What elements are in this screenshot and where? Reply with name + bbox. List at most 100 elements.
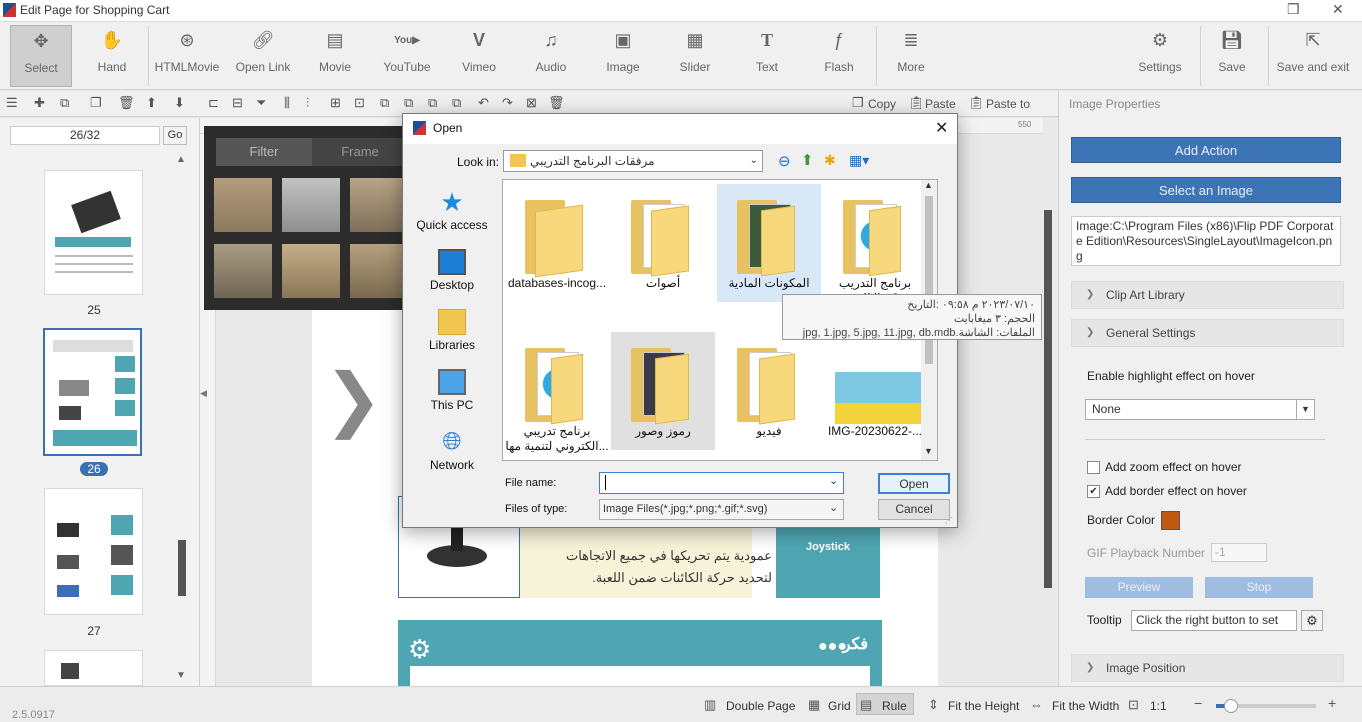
dialog-close-icon[interactable]: ✕	[935, 118, 948, 138]
zoom-slider[interactable]	[1216, 699, 1316, 713]
scroll-up-icon[interactable]: ▲	[176, 154, 186, 165]
general-settings-section[interactable]: ❯ General Settings	[1071, 319, 1344, 347]
highlight-select[interactable]: None ▼	[1085, 399, 1315, 420]
bring-front-icon[interactable]: ⧉	[380, 95, 389, 111]
chevron-down-icon[interactable]: ⌄	[829, 501, 838, 514]
send-back-icon[interactable]: ⧉	[404, 95, 413, 111]
file-item[interactable]: أصوات	[611, 184, 715, 302]
flash-button[interactable]: ƒ Flash	[816, 25, 862, 87]
chevron-down-icon[interactable]: ⌄	[829, 474, 838, 487]
zoom-slider-knob[interactable]	[1224, 699, 1238, 713]
forward-icon[interactable]: ⧉	[428, 95, 437, 111]
gif-playback-input[interactable]: -1	[1211, 543, 1267, 562]
select-all-icon[interactable]: ⊠	[526, 95, 537, 111]
add-action-button[interactable]: Add Action	[1071, 137, 1341, 163]
filter-thumb[interactable]	[350, 244, 408, 298]
open-button[interactable]: Open	[878, 473, 950, 494]
filter-thumb[interactable]	[282, 178, 340, 232]
tooltip-settings-icon[interactable]: ⚙	[1301, 610, 1323, 631]
page-thumbnail-26[interactable]	[43, 328, 142, 456]
desktop-place[interactable]: Desktop	[408, 249, 496, 292]
this-pc-place[interactable]: This PC	[408, 369, 496, 412]
grid-toggle[interactable]: Grid	[828, 699, 851, 713]
scroll-up-icon[interactable]: ▲	[924, 180, 933, 190]
settings-button[interactable]: ⚙ Settings	[1134, 25, 1186, 87]
resize-grip-icon[interactable]: ⋰	[945, 516, 953, 525]
same-size-icon[interactable]: ⊞	[330, 95, 341, 111]
more-button[interactable]: ≣ More	[890, 25, 932, 87]
border-effect-checkbox[interactable]: ✔	[1087, 485, 1100, 498]
page-thumbnail-25[interactable]	[44, 170, 143, 295]
file-item[interactable]: رموز وصور	[611, 332, 715, 450]
align-dropdown-icon[interactable]: ⏷	[256, 95, 266, 111]
filter-thumb[interactable]	[214, 178, 272, 232]
text-button[interactable]: T Text	[746, 25, 788, 87]
slider-button[interactable]: ▦ Slider	[672, 25, 718, 87]
undo-icon[interactable]: ↶	[478, 95, 489, 111]
filter-thumb[interactable]	[350, 178, 408, 232]
page-thumbnail-27[interactable]	[44, 488, 143, 615]
file-item[interactable]: برنامج التدريب الالكتروني - Sto...	[823, 184, 927, 305]
clip-art-library-section[interactable]: ❯ Clip Art Library	[1071, 281, 1344, 309]
rule-toggle[interactable]: Rule	[882, 699, 907, 713]
zoom-in-icon[interactable]: +	[1328, 695, 1336, 711]
filter-thumb[interactable]	[214, 244, 272, 298]
same-height-icon[interactable]: ⊡	[354, 95, 365, 111]
copy-page-icon[interactable]: ❐	[90, 95, 102, 111]
cancel-button[interactable]: Cancel	[878, 499, 950, 520]
audio-button[interactable]: ♫ Audio	[528, 25, 574, 87]
fit-height-button[interactable]: Fit the Height	[948, 699, 1019, 713]
image-button[interactable]: ▣ Image	[598, 25, 648, 87]
arrow-shape[interactable]: ❯	[324, 364, 383, 434]
page-thumbnail-28[interactable]	[44, 650, 143, 686]
scrollbar-thumb[interactable]	[178, 540, 186, 596]
vimeo-button[interactable]: V Vimeo	[454, 25, 504, 87]
distribute-v-icon[interactable]: ⫶	[306, 95, 309, 111]
new-folder-icon[interactable]: ✱	[824, 152, 836, 169]
view-menu-icon[interactable]: ▦▾	[849, 152, 869, 169]
stop-button[interactable]: Stop	[1205, 577, 1313, 598]
movie-button[interactable]: ▤ Movie	[310, 25, 360, 87]
duplicate-page-icon[interactable]: ⧉	[60, 95, 69, 111]
preview-button[interactable]: Preview	[1085, 577, 1193, 598]
scroll-down-icon[interactable]: ▼	[176, 670, 186, 681]
add-page-icon[interactable]: ✚	[34, 95, 45, 111]
list-icon[interactable]: ☰	[6, 95, 18, 111]
paste-to-button[interactable]: Paste to	[986, 97, 1030, 111]
canvas-scrollbar[interactable]	[1044, 210, 1052, 588]
copy-button[interactable]: Copy	[868, 97, 896, 111]
collapse-left-icon[interactable]: ◀	[200, 388, 207, 399]
file-item[interactable]: المكونات المادية	[717, 184, 821, 302]
distribute-icon[interactable]: ⫼	[284, 95, 290, 111]
fit-width-button[interactable]: Fit the Width	[1052, 699, 1119, 713]
move-up-icon[interactable]: ⬆	[146, 95, 157, 111]
border-color-swatch[interactable]	[1161, 511, 1180, 530]
back-icon[interactable]: ⊖	[778, 152, 791, 170]
move-down-icon[interactable]: ⬇	[174, 95, 185, 111]
actual-size-button[interactable]: 1:1	[1150, 699, 1167, 713]
zoom-effect-checkbox[interactable]	[1087, 461, 1100, 474]
file-item[interactable]: فيديو	[717, 332, 821, 450]
copy-icon[interactable]: ❐	[852, 95, 864, 111]
open-link-button[interactable]: 🔗︎ Open Link	[232, 25, 294, 87]
file-name-input[interactable]	[599, 472, 844, 494]
select-tool-button[interactable]: ✥ Select	[10, 25, 72, 87]
tab-frame[interactable]: Frame	[312, 138, 408, 166]
delete-page-icon[interactable]: 🗑︎	[118, 95, 135, 111]
libraries-place[interactable]: Libraries	[408, 309, 496, 352]
restore-icon[interactable]: ❐	[1287, 1, 1300, 18]
youtube-button[interactable]: You▶ YouTube	[378, 25, 436, 87]
save-and-exit-button[interactable]: ⇱ Save and exit	[1274, 25, 1352, 87]
look-in-select[interactable]: مرفقات البرنامج التدريبي ⌄	[503, 150, 763, 172]
page-number-input[interactable]: 26/32	[10, 126, 160, 145]
htmlmovie-button[interactable]: ⊛ HTMLMovie	[154, 25, 220, 87]
paste-button[interactable]: Paste	[925, 97, 956, 111]
file-item[interactable]: برنامج تدريبي الكتروني لتنمية مها...	[505, 332, 609, 453]
double-page-toggle[interactable]: Double Page	[726, 699, 795, 713]
scroll-down-icon[interactable]: ▼	[924, 446, 933, 456]
backward-icon[interactable]: ⧉	[452, 95, 461, 111]
align-center-icon[interactable]: ⊟	[232, 95, 243, 111]
save-button[interactable]: 💾︎ Save	[1210, 25, 1254, 87]
paste-icon[interactable]: 📋︎	[908, 95, 925, 111]
hand-tool-button[interactable]: ✋ Hand	[84, 25, 140, 87]
